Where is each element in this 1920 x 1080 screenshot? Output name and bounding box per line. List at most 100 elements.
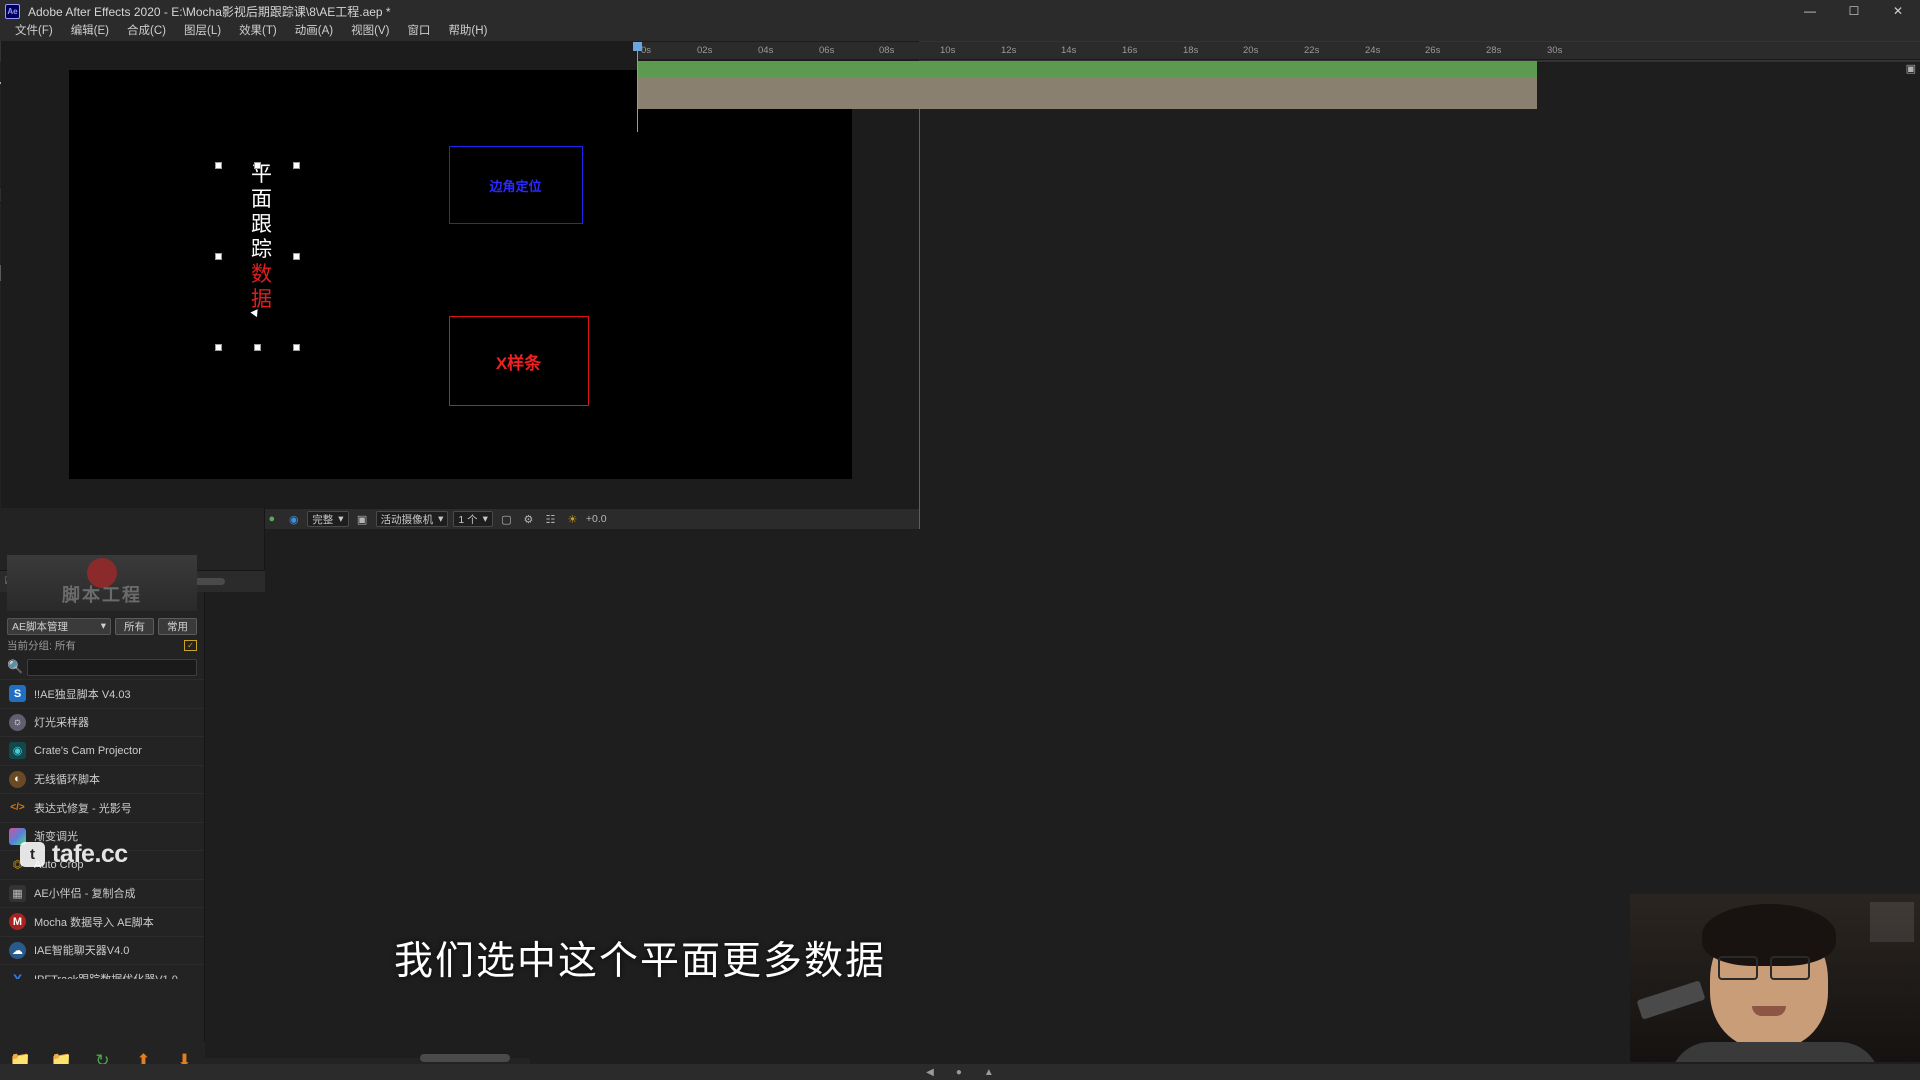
selection-handle-bc[interactable]: [253, 344, 261, 351]
script-item-1[interactable]: ☼ 灯光采样器: [0, 707, 204, 737]
script-icon: ☼: [9, 713, 26, 731]
script-item-label: !!AE独显脚本 V4.03: [34, 688, 131, 701]
timeline-time-graph[interactable]: 0s 02s 04s 06s 08s 10s 12s 14s 16s 18s 2…: [633, 42, 1920, 152]
fast-preview-icon[interactable]: ▣: [354, 511, 371, 527]
webcam-light: [1870, 902, 1914, 942]
webcam-mouth: [1752, 1006, 1786, 1016]
ruler-tick-5: 10s: [940, 45, 956, 56]
watermark: t tafe.cc: [20, 840, 128, 869]
menu-composition[interactable]: 合成(C): [118, 22, 175, 41]
red-layer-box[interactable]: X样条: [448, 316, 589, 406]
selection-handle-tc[interactable]: [253, 162, 261, 169]
blue-layer-box[interactable]: 边角定位: [448, 146, 583, 224]
script-item-0[interactable]: S !!AE独显脚本 V4.03: [0, 679, 204, 708]
exposure-value[interactable]: +0.0: [586, 513, 607, 525]
script-item-4[interactable]: </> 表达式修复 - 光影号: [0, 793, 204, 822]
keyframe-marker-icon[interactable]: ●: [956, 1067, 962, 1078]
group-check-icon[interactable]: ✓: [184, 640, 197, 651]
channel-icon[interactable]: ◉: [285, 511, 302, 527]
camera-select[interactable]: 活动摄像机 ▾: [375, 511, 449, 527]
layer-bar-3[interactable]: [637, 93, 1537, 109]
script-panel-controls: AE脚本管理 ▾ 所有 常用: [0, 616, 204, 636]
menu-bar: 文件(F) 编辑(E) 合成(C) 图层(L) 效果(T) 动画(A) 视图(V…: [0, 22, 1920, 41]
menu-help[interactable]: 帮助(H): [439, 22, 496, 41]
camera-value: 活动摄像机: [380, 513, 434, 526]
script-item-label: 灯光采样器: [34, 717, 89, 730]
ruler-tick-1: 02s: [697, 45, 713, 56]
close-button[interactable]: ✕: [1876, 0, 1920, 22]
ruler-tick-14: 28s: [1486, 45, 1502, 56]
vtext-char-0: 平: [251, 163, 272, 186]
layer-bar-1[interactable]: [637, 61, 1537, 77]
playhead-handle[interactable]: [633, 42, 642, 51]
watermark-icon: t: [20, 842, 45, 867]
script-item-label: AE小伴侣 - 复制合成: [34, 888, 136, 901]
quality-value: 完整: [312, 513, 334, 526]
vtext-char-4: 数: [251, 263, 272, 286]
script-item-3[interactable]: ◐ 无线循环脚本: [0, 764, 204, 794]
window-controls: — ☐ ✕: [1788, 0, 1920, 22]
vtext-char-1: 面: [251, 188, 272, 211]
ae-logo-icon: Ae: [5, 3, 20, 19]
script-search[interactable]: 🔍: [7, 658, 197, 676]
layer-bar-track-2[interactable]: [637, 77, 1920, 93]
selection-handle-tr[interactable]: [292, 162, 300, 169]
script-group-label: 当前分组: 所有: [7, 640, 76, 652]
menu-file[interactable]: 文件(F): [6, 22, 62, 41]
vtext-char-2: 跟: [251, 213, 272, 236]
comp-flowchart-icon[interactable]: ☷: [542, 511, 559, 527]
banner-text: 脚本工程: [62, 585, 142, 605]
script-item-7[interactable]: ▦ AE小伴侣 - 复制合成: [0, 878, 204, 908]
timeline-link-icon[interactable]: ⚙: [520, 511, 537, 527]
menu-layer[interactable]: 图层(L): [175, 22, 230, 41]
minimize-button[interactable]: —: [1788, 0, 1832, 22]
chevron-down-icon: ▾: [338, 513, 344, 525]
timeline-horizontal-scrollbar[interactable]: [420, 1054, 510, 1062]
ruler-tick-3: 06s: [819, 45, 835, 56]
layer-bar-track-1[interactable]: [637, 60, 1920, 77]
mouse-cursor-icon: [249, 309, 261, 319]
webcam-microphone: [1636, 980, 1706, 1020]
menu-edit[interactable]: 编辑(E): [62, 22, 118, 41]
exposure-reset-icon[interactable]: ☀: [564, 511, 581, 527]
playhead[interactable]: [637, 42, 638, 132]
ruler-tick-4: 08s: [879, 45, 895, 56]
after-effects-window: Ae Adobe After Effects 2020 - E:\Mocha影视…: [0, 0, 1920, 1080]
watermark-text: tafe.cc: [52, 840, 128, 868]
timeline-graph-editor-icon[interactable]: ▣: [1906, 62, 1916, 75]
filter-all-button[interactable]: 所有: [115, 617, 154, 635]
keyframe-nav-right-icon[interactable]: ▲: [984, 1067, 994, 1078]
selection-handle-ml[interactable]: [214, 253, 222, 260]
ruler-tick-10: 20s: [1243, 45, 1259, 56]
views-select[interactable]: 1 个 ▾: [453, 511, 493, 527]
ruler-tick-9: 18s: [1183, 45, 1199, 56]
script-item-label: Crate's Cam Projector: [34, 744, 142, 757]
maximize-button[interactable]: ☐: [1832, 0, 1876, 22]
keyframe-nav-left-icon[interactable]: ◀: [926, 1067, 934, 1078]
quality-select[interactable]: 完整 ▾: [307, 511, 349, 527]
menu-view[interactable]: 视图(V): [342, 22, 398, 41]
menu-animation[interactable]: 动画(A): [286, 22, 342, 41]
ruler-tick-13: 26s: [1425, 45, 1441, 56]
time-ruler[interactable]: 0s 02s 04s 06s 08s 10s 12s 14s 16s 18s 2…: [637, 42, 1920, 60]
vertical-text-layer[interactable]: 平 面 跟 踪 数 据: [249, 162, 275, 312]
webcam-overlay: [1630, 894, 1920, 1062]
menu-effect[interactable]: 效果(T): [230, 22, 286, 41]
show-snapshot-icon[interactable]: ●: [263, 511, 280, 527]
script-mode-select[interactable]: AE脚本管理 ▾: [7, 617, 111, 635]
selection-handle-br[interactable]: [292, 344, 300, 351]
pixel-aspect-icon[interactable]: ▢: [498, 511, 515, 527]
selection-handle-bl[interactable]: [214, 344, 222, 351]
layer-bar-2[interactable]: [637, 77, 1537, 93]
selection-handle-tl[interactable]: [214, 162, 222, 169]
script-item-2[interactable]: ◉ Crate's Cam Projector: [0, 736, 204, 765]
views-value: 1 个: [458, 513, 478, 526]
selection-handle-mr[interactable]: [292, 253, 300, 260]
layer-bar-track-3[interactable]: [637, 93, 1920, 109]
script-icon: </>: [10, 802, 25, 814]
script-icon: ◉: [9, 742, 26, 760]
filter-common-button[interactable]: 常用: [158, 617, 197, 635]
script-search-input[interactable]: [27, 658, 197, 676]
script-mode-value: AE脚本管理: [12, 620, 69, 633]
menu-window[interactable]: 窗口: [398, 22, 439, 41]
